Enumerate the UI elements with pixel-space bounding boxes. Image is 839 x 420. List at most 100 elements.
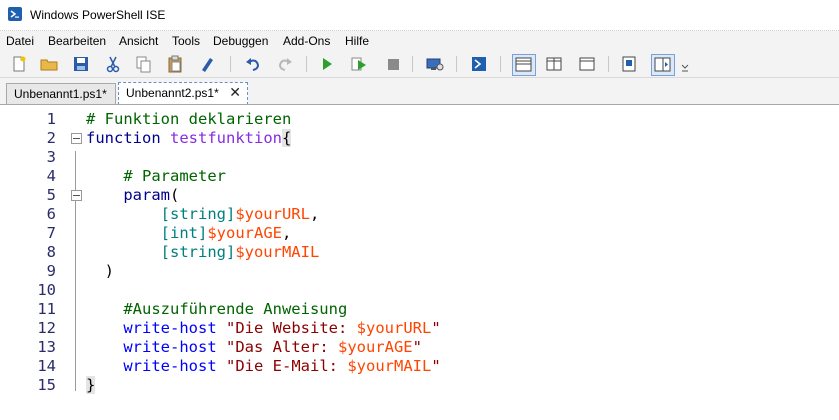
code-line[interactable]: 6 [string]$yourURL, [0, 205, 839, 224]
code-line[interactable]: 11 #Auszuführende Anweisung [0, 300, 839, 319]
code-text: function testfunktion{ [86, 129, 292, 148]
toolbar-separator [608, 56, 609, 72]
paste-icon[interactable] [166, 55, 184, 73]
code-token: { [281, 129, 292, 147]
code-line[interactable]: 1 # Funktion deklarieren [0, 110, 839, 129]
show-script-pane-top-icon[interactable] [512, 54, 536, 76]
line-number: 14 [37, 357, 56, 375]
window-title: Windows PowerShell ISE [30, 8, 166, 22]
menu-bearbeiten[interactable]: Bearbeiten [48, 34, 106, 48]
menu-ansicht[interactable]: Ansicht [119, 34, 158, 48]
redo-icon[interactable] [276, 55, 294, 73]
code-token: write-host [86, 338, 217, 356]
save-icon[interactable] [72, 55, 90, 73]
script-tabs: Unbenannt1.ps1* Unbenannt2.ps1* ✕ [0, 78, 839, 105]
code-line[interactable]: 15} [0, 376, 839, 395]
close-tab-icon[interactable]: ✕ [229, 84, 241, 101]
code-token: ( [170, 186, 180, 204]
menu-hilfe[interactable]: Hilfe [345, 34, 369, 48]
code-token: [string] [160, 205, 236, 223]
show-command-pane-icon[interactable] [620, 55, 638, 73]
code-line[interactable]: 13 write-host "Das Alter: $yourAGE" [0, 338, 839, 357]
code-token: , [309, 205, 320, 223]
code-text: write-host "Die E-Mail: $yourMAIL" [86, 357, 440, 376]
code-token: $yourAGE [337, 338, 413, 356]
code-text: [string]$yourMAIL [86, 243, 320, 262]
code-line[interactable]: 14 write-host "Die E-Mail: $yourMAIL" [0, 357, 839, 376]
menu-datei[interactable]: Datei [6, 34, 34, 48]
toolbar-separator [230, 56, 231, 72]
undo-icon[interactable] [244, 55, 262, 73]
code-line[interactable]: 12 write-host "Die Website: $yourURL" [0, 319, 839, 338]
code-token: "Die Website: [226, 319, 357, 337]
remote-powershell-icon[interactable] [426, 55, 444, 73]
run-script-icon[interactable] [318, 55, 336, 73]
collapse-region-icon[interactable] [71, 133, 82, 144]
code-token: "Die E-Mail: [226, 357, 348, 375]
code-line[interactable]: 7 [int]$yourAGE, [0, 224, 839, 243]
tab-unbenannt1[interactable]: Unbenannt1.ps1* [6, 83, 116, 104]
code-token: function [86, 129, 161, 147]
code-token: [string] [160, 243, 236, 261]
stop-icon[interactable] [384, 55, 402, 73]
code-line[interactable]: 3 [0, 148, 839, 167]
tab-label: Unbenannt1.ps1* [14, 87, 107, 101]
open-folder-icon[interactable] [40, 55, 58, 73]
code-line[interactable]: 2 function testfunktion{ [0, 129, 839, 148]
code-token: } [86, 376, 96, 394]
code-token: #Auszuführende Anweisung [86, 300, 348, 318]
tab-unbenannt2[interactable]: Unbenannt2.ps1* ✕ [118, 82, 248, 105]
code-line[interactable]: 5 param( [0, 186, 839, 205]
toolbar-separator [456, 56, 457, 72]
script-editor[interactable]: 1 # Funktion deklarieren 2 function testfun… [0, 104, 839, 420]
code-text: #Auszuführende Anweisung [86, 300, 347, 319]
code-text: # Parameter [86, 167, 226, 186]
code-token: # Funktion deklarieren [86, 110, 292, 128]
powershell-app-icon [8, 7, 22, 21]
show-command-addon-icon[interactable] [651, 54, 675, 76]
code-token: $yourURL [356, 319, 432, 337]
line-number: 6 [46, 205, 56, 223]
copy-icon[interactable] [134, 55, 152, 73]
clear-console-icon[interactable] [198, 55, 216, 73]
cut-icon[interactable] [104, 55, 122, 73]
code-text: param( [86, 186, 179, 205]
line-number: 7 [46, 224, 56, 242]
line-number: 2 [46, 129, 56, 147]
code-token: , [281, 224, 292, 242]
code-line[interactable]: 4 # Parameter [0, 167, 839, 186]
code-line[interactable]: 10 [0, 281, 839, 300]
new-file-icon[interactable] [10, 55, 28, 73]
code-line[interactable]: 9 ) [0, 262, 839, 281]
line-number: 1 [46, 110, 56, 128]
show-script-pane-maximized-icon[interactable] [578, 55, 596, 73]
code-line[interactable]: 8 [string]$yourMAIL [0, 243, 839, 262]
line-number: 3 [46, 148, 56, 166]
code-text: write-host "Das Alter: $yourAGE" [86, 338, 422, 357]
toolbar-overflow-icon[interactable] [681, 59, 689, 77]
line-number: 12 [37, 319, 56, 337]
line-number: 10 [37, 281, 56, 299]
run-selection-icon[interactable] [350, 55, 368, 73]
line-number: 15 [37, 376, 56, 394]
menu-tools[interactable]: Tools [172, 34, 200, 48]
menu-add-ons[interactable]: Add-Ons [283, 34, 330, 48]
code-token: $yourMAIL [235, 243, 320, 261]
tab-label: Unbenannt2.ps1* [126, 86, 219, 100]
code-text: # Funktion deklarieren [86, 110, 291, 129]
menu-debuggen[interactable]: Debuggen [213, 34, 268, 48]
powershell-console-icon[interactable] [470, 55, 488, 73]
toolbar [0, 51, 839, 78]
show-script-pane-right-icon[interactable] [545, 55, 563, 73]
collapse-region-icon[interactable] [71, 190, 82, 201]
code-token: ) [86, 262, 114, 280]
code-text: [int]$yourAGE, [86, 224, 292, 243]
code-token: "Das Alter: [226, 338, 338, 356]
title-bar: Windows PowerShell ISE [0, 0, 839, 31]
